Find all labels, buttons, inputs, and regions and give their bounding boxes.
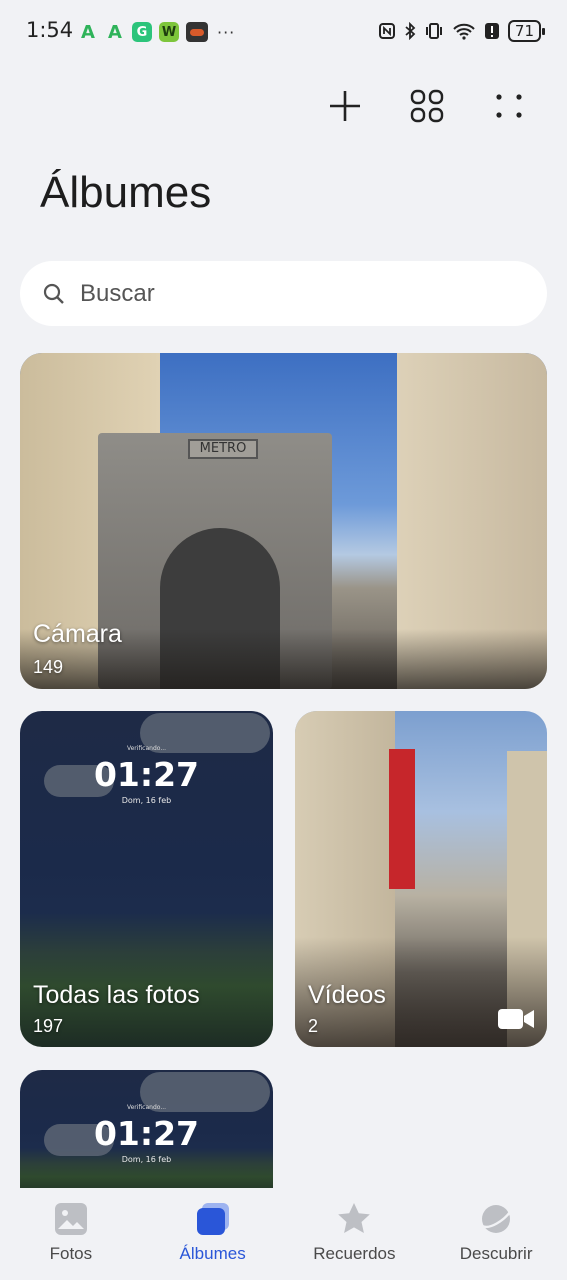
nav-label: Recuerdos (313, 1244, 396, 1263)
nav-item-fotos[interactable]: Fotos (0, 1188, 142, 1280)
lock-verify-text: Verificando... (126, 1104, 167, 1111)
vibrate-icon (425, 23, 442, 39)
nav-item-albumes[interactable]: Álbumes (142, 1188, 284, 1280)
search-icon (43, 283, 64, 304)
album-count: 2 (308, 1016, 319, 1036)
alert-icon (484, 23, 499, 39)
star-icon (338, 1203, 371, 1233)
album-all-photos[interactable]: Verificando... 01:27 Dom, 16 feb Todas l… (20, 711, 273, 1047)
status-bar: 1:54 A A G W ··· 71 (0, 0, 567, 64)
metro-sign: METRO (188, 439, 258, 459)
app-a-notification-icon: A (108, 21, 122, 43)
album-count: 149 (33, 657, 64, 677)
page-title: Álbumes (40, 168, 212, 217)
bluetooth-icon (405, 22, 416, 40)
lock-verify-text: Verificando... (126, 745, 167, 752)
grid-icon (410, 89, 444, 123)
app-g-notification-icon: G (132, 22, 152, 42)
more-options-button[interactable] (491, 88, 527, 124)
album-label: Todas las fotos (33, 981, 200, 1009)
bottom-nav: Fotos Álbumes Recuerdos Descubrir (0, 1188, 567, 1280)
nfc-icon (378, 23, 395, 39)
status-time: 1:54 (26, 18, 74, 42)
nav-item-recuerdos[interactable]: Recuerdos (284, 1188, 426, 1280)
nav-item-descubrir[interactable]: Descubrir (425, 1188, 567, 1280)
plus-icon (330, 91, 360, 121)
album-label: Cámara (33, 620, 122, 648)
add-album-button[interactable] (327, 88, 363, 124)
battery-indicator: 71 (507, 20, 546, 42)
lock-time: 01:27 (93, 755, 200, 794)
app-w-notification-icon: W (159, 22, 179, 42)
lock-date: Dom, 16 feb (121, 796, 172, 805)
app-a-notification-icon: A (81, 21, 95, 43)
album-partial[interactable]: Verificando... 01:27 Dom, 16 feb (20, 1070, 273, 1200)
more-icon (496, 94, 522, 118)
lock-time: 01:27 (93, 1114, 200, 1153)
albums-icon (196, 1203, 229, 1235)
album-videos[interactable]: Vídeos 2 (295, 711, 547, 1047)
nav-label: Descubrir (459, 1244, 533, 1263)
red-building (389, 749, 415, 889)
app-video-notification-icon (186, 22, 208, 42)
toolbar (327, 88, 527, 124)
photo-icon (54, 1203, 87, 1235)
album-label: Vídeos (308, 981, 386, 1009)
nav-label: Álbumes (179, 1244, 246, 1263)
planet-icon (481, 1205, 512, 1233)
album-count: 197 (33, 1016, 64, 1036)
album-camera[interactable]: METRO Cámara 149 (20, 353, 547, 689)
nav-label: Fotos (49, 1244, 93, 1263)
video-camera-icon (498, 1009, 534, 1029)
lock-date: Dom, 16 feb (121, 1155, 172, 1164)
layout-button[interactable] (409, 88, 445, 124)
wifi-icon (453, 23, 475, 40)
search-placeholder: Buscar (80, 279, 155, 307)
more-notifications-icon: ··· (217, 22, 236, 42)
search-bar[interactable]: Buscar (20, 261, 547, 326)
system-icons: 71 (378, 20, 546, 42)
notification-icons: A A G W ··· (78, 21, 236, 43)
